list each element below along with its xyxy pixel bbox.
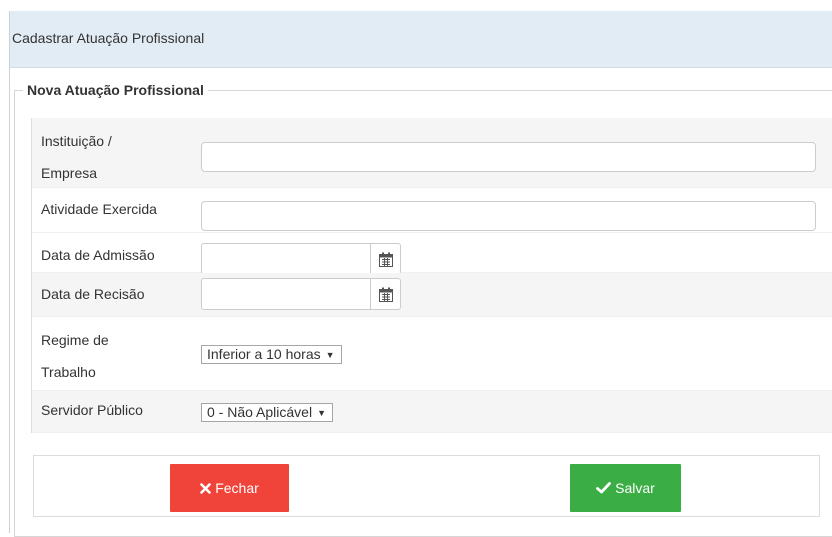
check-icon: [596, 482, 612, 494]
recisao-date-input[interactable]: [201, 278, 371, 310]
recisao-calendar-button[interactable]: [370, 278, 401, 310]
calendar-icon: [378, 287, 393, 302]
regime-selected-value: Inferior a 10 horas: [207, 346, 321, 362]
admissao-date-input[interactable]: [201, 243, 371, 275]
regime-label: Regime de Trabalho: [41, 332, 109, 380]
instituicao-input[interactable]: [201, 142, 816, 172]
atividade-label: Atividade Exercida: [41, 201, 157, 217]
row-atividade: Atividade Exercida: [32, 188, 832, 233]
fieldset-legend: Nova Atuação Profissional: [27, 82, 204, 98]
instituicao-label: Instituição / Empresa: [41, 133, 112, 181]
row-recisao: Data de Recisão: [32, 273, 832, 317]
row-regime: Regime de Trabalho Inferior a 10 horas ▼: [32, 317, 832, 391]
admissao-label: Data de Admissão: [41, 247, 155, 263]
row-admissao: Data de Admissão: [32, 233, 832, 275]
dialog-title: Cadastrar Atuação Profissional: [12, 30, 205, 46]
save-button[interactable]: Salvar: [570, 464, 681, 512]
servidor-selected-value: 0 - Não Aplicável: [207, 404, 313, 420]
regime-select[interactable]: Inferior a 10 horas ▼: [201, 345, 342, 364]
close-button-label: Fechar: [215, 480, 259, 496]
close-button[interactable]: Fechar: [170, 464, 289, 512]
save-button-label: Salvar: [615, 480, 655, 496]
calendar-icon: [378, 252, 393, 267]
recisao-label: Data de Recisão: [41, 286, 145, 302]
servidor-select[interactable]: 0 - Não Aplicável ▼: [201, 403, 333, 422]
form-table: Instituição / Empresa Atividade Exercida…: [31, 118, 832, 433]
chevron-down-icon: ▼: [325, 350, 335, 360]
admissao-calendar-button[interactable]: [370, 243, 401, 275]
row-instituicao: Instituição / Empresa: [32, 118, 832, 188]
atividade-input[interactable]: [201, 201, 816, 231]
chevron-down-icon: ▼: [317, 408, 326, 418]
dialog-footer: Fechar Salvar: [33, 455, 820, 517]
servidor-label: Servidor Público: [41, 402, 143, 418]
dialog-header: Cadastrar Atuação Profissional: [10, 11, 832, 68]
row-servidor: Servidor Público 0 - Não Aplicável ▼: [32, 391, 832, 433]
times-icon: [200, 482, 212, 494]
